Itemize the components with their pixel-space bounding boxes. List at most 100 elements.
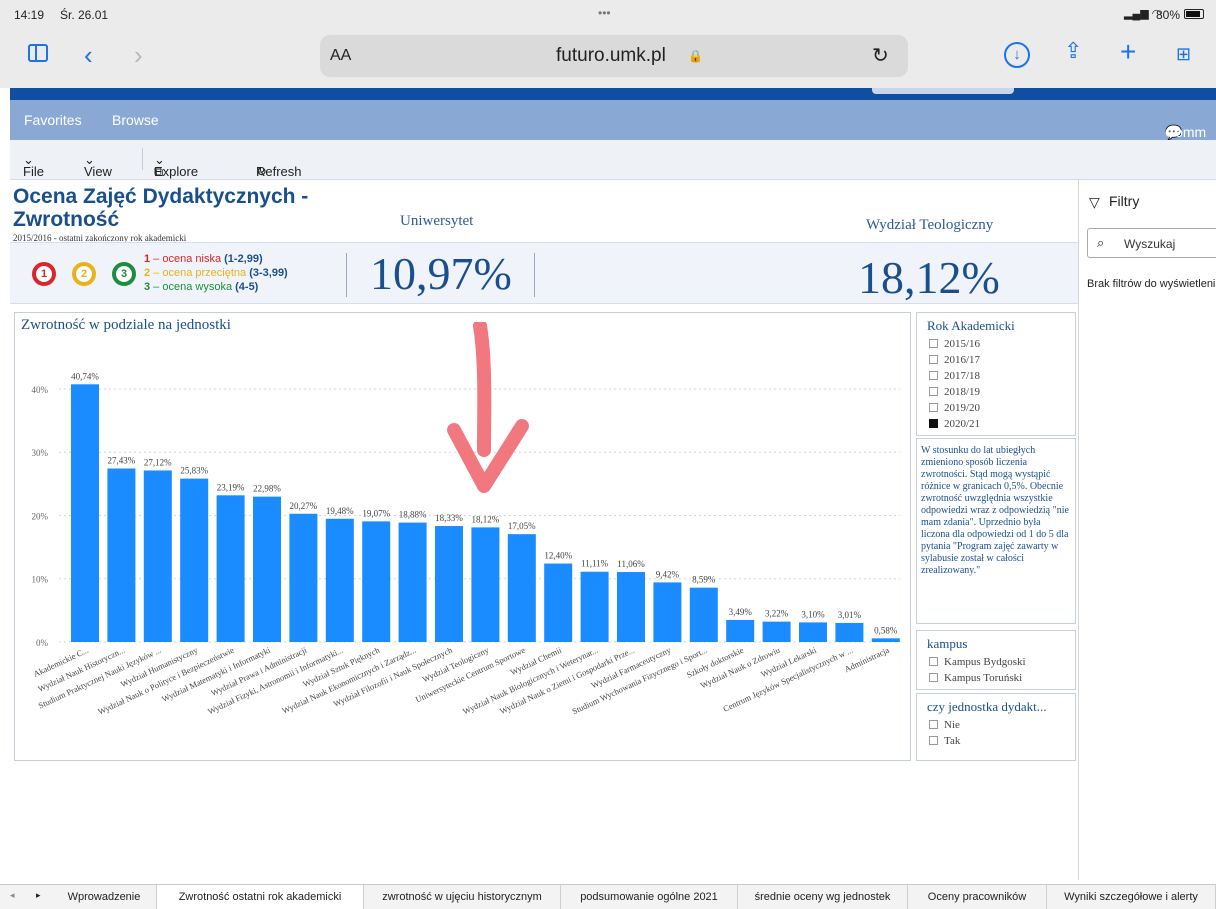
year-option[interactable]: 2018/19 — [929, 386, 980, 402]
year-option[interactable]: 2017/18 — [929, 370, 980, 386]
info-note-panel: W stosunku do lat ubiegłych zmieniono sp… — [916, 438, 1076, 624]
tab-7[interactable]: Wyniki szczegółowe i alerty — [1047, 885, 1216, 909]
explore-menu-label: Explore — [154, 164, 199, 179]
y-tick-label: 0% — [36, 638, 49, 648]
bar-value-label: 23,19% — [217, 482, 245, 492]
explore-menu[interactable]: ⧉ Explore ⌄ — [154, 152, 198, 179]
nav-favorites[interactable]: Favorites — [24, 112, 82, 128]
bar-value-label: 18,33% — [435, 513, 463, 523]
rating-label: – ocena przeciętna — [150, 267, 250, 279]
bar-value-label: 27,43% — [108, 455, 136, 465]
checkbox[interactable] — [929, 387, 938, 396]
status-bar: 14:19 Śr. 26.01 ••• ▂▄▆ ◠ 80% — [0, 0, 1216, 30]
campus-slicer-title: kampus — [927, 636, 968, 651]
checkbox[interactable] — [929, 403, 938, 412]
checkbox[interactable] — [929, 657, 938, 666]
header-bar — [10, 88, 1216, 100]
teaching-unit-list: Nie Tak — [929, 719, 960, 751]
bar-value-label: 27,12% — [144, 457, 172, 467]
toolbar-divider — [142, 148, 143, 170]
teaching-unit-option[interactable]: Tak — [929, 735, 960, 751]
bar — [180, 478, 209, 642]
tab-scroll-left-icon[interactable]: ◂ — [10, 890, 15, 901]
bar-value-label: 22,98% — [253, 484, 281, 494]
multitask-dots[interactable]: ••• — [598, 6, 611, 20]
view-menu-label: View — [84, 164, 112, 179]
filters-pane: ▽ Filtry ⌕ Wyszukaj Brak filtrów do wyśw… — [1078, 180, 1216, 880]
comments-label: Comm — [1165, 124, 1207, 140]
campus-option[interactable]: Kampus Bydgoski — [929, 656, 1026, 672]
checkbox[interactable] — [929, 419, 938, 428]
filter-search-input[interactable]: ⌕ Wyszukaj — [1087, 228, 1216, 258]
tab-4[interactable]: podsumowanie ogólne 2021 — [561, 885, 738, 909]
year-option[interactable]: 2019/20 — [929, 402, 980, 418]
bar — [71, 384, 99, 642]
bar-value-label: 3,49% — [729, 607, 753, 617]
checkbox[interactable] — [929, 371, 938, 380]
share-icon[interactable]: ⇪ — [1064, 38, 1082, 64]
year-label: 2020/21 — [944, 418, 981, 430]
page-tabs: ◂ ▸ Wprowadzenie Zwrotność ostatni rok ak… — [0, 884, 1216, 909]
kpi-university: 10,97% — [370, 248, 512, 299]
filters-title: Filtry — [1109, 193, 1140, 209]
year-option[interactable]: 2016/17 — [929, 354, 980, 370]
bar-value-label: 8,59% — [692, 575, 716, 585]
bar — [762, 621, 791, 642]
rating-range: (4-5) — [235, 281, 259, 293]
kpi-row: 1 1 – ocena niska (1-2,99) 2 2 – ocena prze… — [10, 242, 1078, 304]
year-option[interactable]: 2015/16 — [929, 338, 980, 354]
filter-icon: ▽ — [1089, 194, 1100, 210]
checkbox[interactable] — [929, 339, 938, 348]
bar-value-label: 3,01% — [838, 610, 862, 620]
rating-range: (3-3,99) — [249, 267, 288, 279]
text-size-button[interactable]: AA — [330, 47, 351, 65]
bar-value-label: 11,11% — [581, 559, 609, 569]
reload-icon[interactable]: ↻ — [872, 43, 889, 68]
status-date: Śr. 26.01 — [60, 8, 109, 22]
bar — [435, 526, 463, 642]
tab-5[interactable]: średnie oceny wg jednostek — [738, 885, 908, 909]
bar — [216, 495, 245, 642]
tabs-icon[interactable]: ⊞ — [1176, 44, 1191, 65]
tab-6[interactable]: Oceny pracowników — [908, 885, 1047, 909]
bar-value-label: 18,12% — [472, 514, 500, 524]
bar-value-label: 19,07% — [362, 508, 390, 518]
year-option[interactable]: 2020/21 — [929, 418, 980, 434]
address-bar[interactable]: AA futuro.umk.pl 🔒 ↻ — [320, 35, 908, 77]
forward-icon[interactable]: › — [134, 40, 143, 71]
y-tick-label: 20% — [32, 511, 49, 521]
year-list: 2015/16 2016/17 2017/18 2018/19 2019/20 2020/… — [929, 338, 980, 434]
teaching-unit-option[interactable]: Nie — [929, 719, 960, 735]
tab-3[interactable]: zwrotność w ujęciu historycznym — [364, 885, 561, 909]
url-text[interactable]: futuro.umk.pl — [556, 45, 666, 67]
bar-value-label: 40,74% — [71, 371, 99, 381]
bar-value-label: 25,83% — [180, 466, 208, 476]
checkbox[interactable] — [929, 355, 938, 364]
tab-scroll-right-icon[interactable]: ▸ — [36, 890, 41, 901]
rating-label: – ocena wysoka — [150, 281, 236, 293]
header-search[interactable] — [872, 88, 1014, 94]
checkbox[interactable] — [929, 720, 938, 729]
download-icon[interactable]: ↓ — [1004, 42, 1030, 68]
bar — [835, 622, 864, 642]
bar-value-label: 3,10% — [801, 609, 825, 619]
bar — [362, 521, 391, 642]
bar — [544, 563, 573, 642]
sidebar-icon[interactable] — [28, 44, 48, 62]
year-label: 2016/17 — [944, 354, 981, 366]
campus-option[interactable]: Kampus Toruński — [929, 672, 1026, 688]
bar-value-label: 19,48% — [326, 506, 354, 516]
rating-label: – ocena niska — [150, 253, 225, 265]
tab-2[interactable]: Zwrotność ostatni rok akademicki — [157, 885, 364, 909]
page-title: Ocena Zajęć Dydaktycznych - Zwrotność — [13, 185, 309, 231]
tab-1[interactable]: Wprowadzenie — [52, 885, 157, 909]
checkbox[interactable] — [929, 673, 938, 682]
teaching-unit-label: Nie — [944, 719, 960, 731]
battery-icon — [1184, 9, 1204, 19]
nav-browse[interactable]: Browse — [112, 112, 159, 128]
view-menu[interactable]: View ⌄ — [84, 152, 112, 179]
new-tab-icon[interactable]: + — [1120, 36, 1136, 68]
back-icon[interactable]: ‹ — [84, 40, 93, 71]
checkbox[interactable] — [929, 736, 938, 745]
file-menu[interactable]: File ⌄ — [23, 152, 44, 179]
